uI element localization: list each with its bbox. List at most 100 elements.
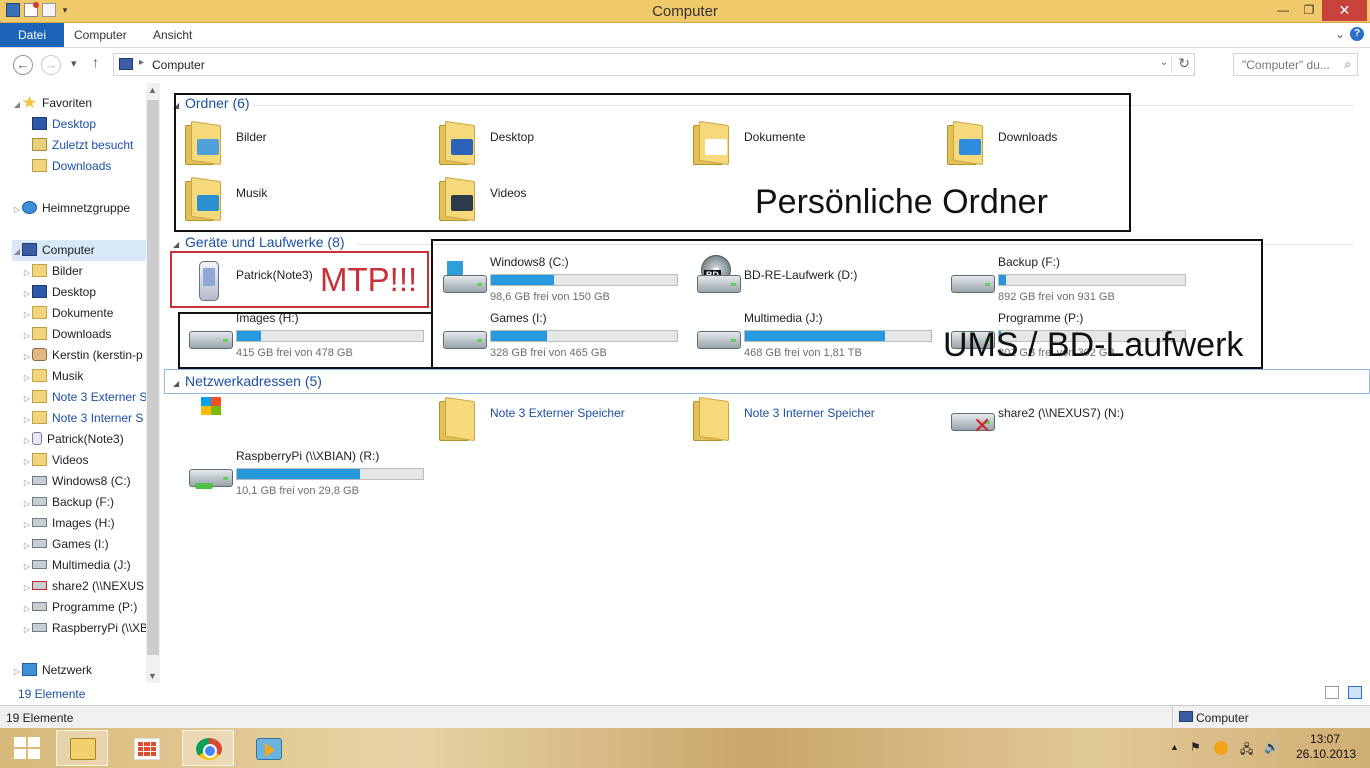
forward-button[interactable]: → (41, 55, 61, 75)
taskbar-chrome[interactable] (182, 730, 234, 766)
close-button[interactable]: ✕ (1322, 0, 1367, 21)
nav-homegroup[interactable]: ▷ Heimnetzgruppe (12, 198, 158, 219)
group-network-header[interactable]: ◢ Netzwerkadressen (5) (173, 373, 322, 389)
expand-icon[interactable]: ▷ (22, 409, 32, 429)
nav-item-icon (32, 432, 42, 445)
nav-computer-item[interactable]: ▷ share2 (\\NEXUS (22, 576, 163, 597)
taskbar-media[interactable] (242, 730, 294, 766)
help-icon[interactable]: ? (1350, 27, 1364, 41)
tab-computer[interactable]: Computer (62, 23, 139, 47)
nav-fav-desktop[interactable]: Desktop (22, 114, 163, 135)
expand-ribbon-icon[interactable]: ⌄ (1335, 27, 1345, 41)
nav-fav-recent[interactable]: Zuletzt besucht (22, 135, 163, 156)
expand-icon[interactable]: ▷ (22, 493, 32, 513)
nav-computer-item[interactable]: ▷ Note 3 Interner S (22, 408, 163, 429)
nav-computer-item[interactable]: ▷ Note 3 Externer S (22, 387, 163, 408)
show-hidden-icons[interactable]: ▲ (1170, 742, 1179, 752)
nav-computer-item[interactable]: ▷ Desktop (22, 282, 163, 303)
nav-computer-item[interactable]: ▷ Dokumente (22, 303, 163, 324)
breadcrumb-computer[interactable]: Computer (152, 58, 205, 72)
collapse-icon[interactable]: ◢ (12, 241, 22, 261)
expand-icon[interactable]: ▷ (22, 367, 32, 387)
nav-computer-item[interactable]: ▷ Backup (F:) (22, 492, 163, 513)
nav-computer-item[interactable]: ▷ Multimedia (J:) (22, 555, 163, 576)
expand-icon[interactable]: ▷ (22, 451, 32, 471)
collapse-group-icon[interactable]: ◢ (173, 379, 185, 388)
expand-icon[interactable]: ▷ (22, 388, 32, 408)
taskbar-clock[interactable]: 13:07 26.10.2013 (1296, 732, 1356, 762)
expand-icon[interactable]: ▷ (22, 472, 32, 492)
expand-icon[interactable]: ▷ (22, 346, 32, 366)
expand-icon[interactable]: ▷ (22, 283, 32, 303)
scrollbar-thumb[interactable] (147, 100, 159, 655)
network-tile[interactable]: RaspberryPi (\\XBIAN) (R:) 10,1 GB frei v… (181, 449, 426, 501)
tab-ansicht[interactable]: Ansicht (141, 23, 204, 47)
address-bar[interactable]: ▸ Computer ⌄ ↻ (113, 53, 1195, 76)
group-devices-header[interactable]: ◢ Geräte und Laufwerke (8) (173, 234, 345, 250)
address-dropdown-icon[interactable]: ⌄ (1160, 57, 1168, 68)
nav-fav-downloads[interactable]: Downloads (22, 156, 163, 177)
nav-computer-item-label: Backup (F:) (52, 495, 115, 509)
expand-icon[interactable]: ▷ (22, 535, 32, 555)
nav-computer-item[interactable]: ▷ Windows8 (C:) (22, 471, 163, 492)
up-button[interactable]: ↑ (92, 54, 99, 70)
start-button[interactable] (14, 737, 40, 759)
expand-icon[interactable]: ▷ (22, 556, 32, 576)
expand-icon[interactable]: ▷ (22, 577, 32, 597)
recent-locations-icon[interactable]: ▾ (71, 57, 77, 70)
scroll-down-icon[interactable]: ▼ (148, 671, 157, 681)
nav-computer-item[interactable]: ▷ Programme (P:) (22, 597, 163, 618)
nav-scrollbar[interactable]: ▲ ▼ (146, 83, 160, 683)
status-location-label: Computer (1196, 711, 1249, 725)
expand-icon[interactable]: ▷ (22, 619, 32, 639)
network-tile[interactable]: Note 3 Externer Speicher (435, 393, 680, 445)
action-center-flag-icon[interactable]: ⚑ (1190, 740, 1201, 754)
expand-icon[interactable]: ▷ (22, 325, 32, 345)
expand-icon[interactable]: ▷ (22, 514, 32, 534)
app-tray-icon[interactable] (1214, 741, 1228, 755)
refresh-icon[interactable]: ↻ (1178, 55, 1190, 72)
nav-computer-item[interactable]: ▷ Patrick(Note3) (22, 429, 163, 450)
expand-icon[interactable]: ▷ (22, 304, 32, 324)
back-button[interactable]: ← (13, 55, 33, 75)
expand-icon[interactable]: ▷ (12, 661, 22, 681)
nav-computer-item[interactable]: ▷ Games (I:) (22, 534, 163, 555)
nav-computer-item-label: Note 3 Interner S (52, 411, 144, 425)
nav-computer-item[interactable]: ▷ RaspberryPi (\\XB (22, 618, 163, 639)
search-input[interactable]: "Computer" du... ⌕ (1233, 53, 1358, 76)
expand-icon[interactable]: ▷ (22, 598, 32, 618)
collapse-icon[interactable]: ◢ (12, 94, 22, 114)
expand-icon[interactable]: ▷ (22, 430, 32, 450)
details-view-icon[interactable] (1325, 686, 1339, 699)
tiles-view-icon[interactable] (1348, 686, 1362, 699)
volume-icon[interactable]: 🔊 (1264, 740, 1279, 754)
nav-computer-item[interactable]: ▷ Musik (22, 366, 163, 387)
nav-computer-item[interactable]: ▷ Bilder (22, 261, 163, 282)
network-tile[interactable]: Note 3 Interner Speicher (689, 393, 934, 445)
window-title: Computer (652, 3, 718, 20)
explorer-status-bar: 19 Elemente (0, 683, 1370, 705)
nav-computer-item[interactable]: ▷ Videos (22, 450, 163, 471)
taskbar-explorer[interactable] (56, 730, 108, 766)
tab-datei[interactable]: Datei (0, 23, 65, 47)
minimize-button[interactable]: — (1270, 0, 1296, 21)
breadcrumb-arrow-icon[interactable]: ▸ (139, 57, 144, 68)
nav-favorites-label: Favoriten (42, 96, 93, 110)
expand-icon[interactable]: ▷ (12, 199, 22, 219)
network-tile[interactable]: ✕ share2 (\\NEXUS7) (N:) (943, 393, 1188, 445)
scroll-up-icon[interactable]: ▲ (148, 85, 157, 95)
nav-favorites[interactable]: ◢ Favoriten (12, 93, 158, 114)
nav-computer-item[interactable]: ▷ Kerstin (kerstin-p (22, 345, 163, 366)
search-icon[interactable]: ⌕ (1344, 57, 1351, 72)
network-tray-icon[interactable]: 🖧 (1240, 740, 1253, 761)
nav-computer-item[interactable]: ▷ Images (H:) (22, 513, 163, 534)
collapse-group-icon[interactable]: ◢ (173, 240, 185, 249)
maximize-button[interactable]: ❐ (1296, 0, 1322, 21)
nav-computer-item[interactable]: ▷ Downloads (22, 324, 163, 345)
nav-computer[interactable]: ◢ Computer (12, 240, 146, 261)
expand-icon[interactable]: ▷ (22, 262, 32, 282)
nav-network[interactable]: ▷ Netzwerk (12, 660, 158, 681)
taskbar-metro-apps[interactable] (120, 730, 172, 766)
nav-item-icon (32, 411, 47, 424)
network-tile[interactable] (181, 393, 426, 445)
